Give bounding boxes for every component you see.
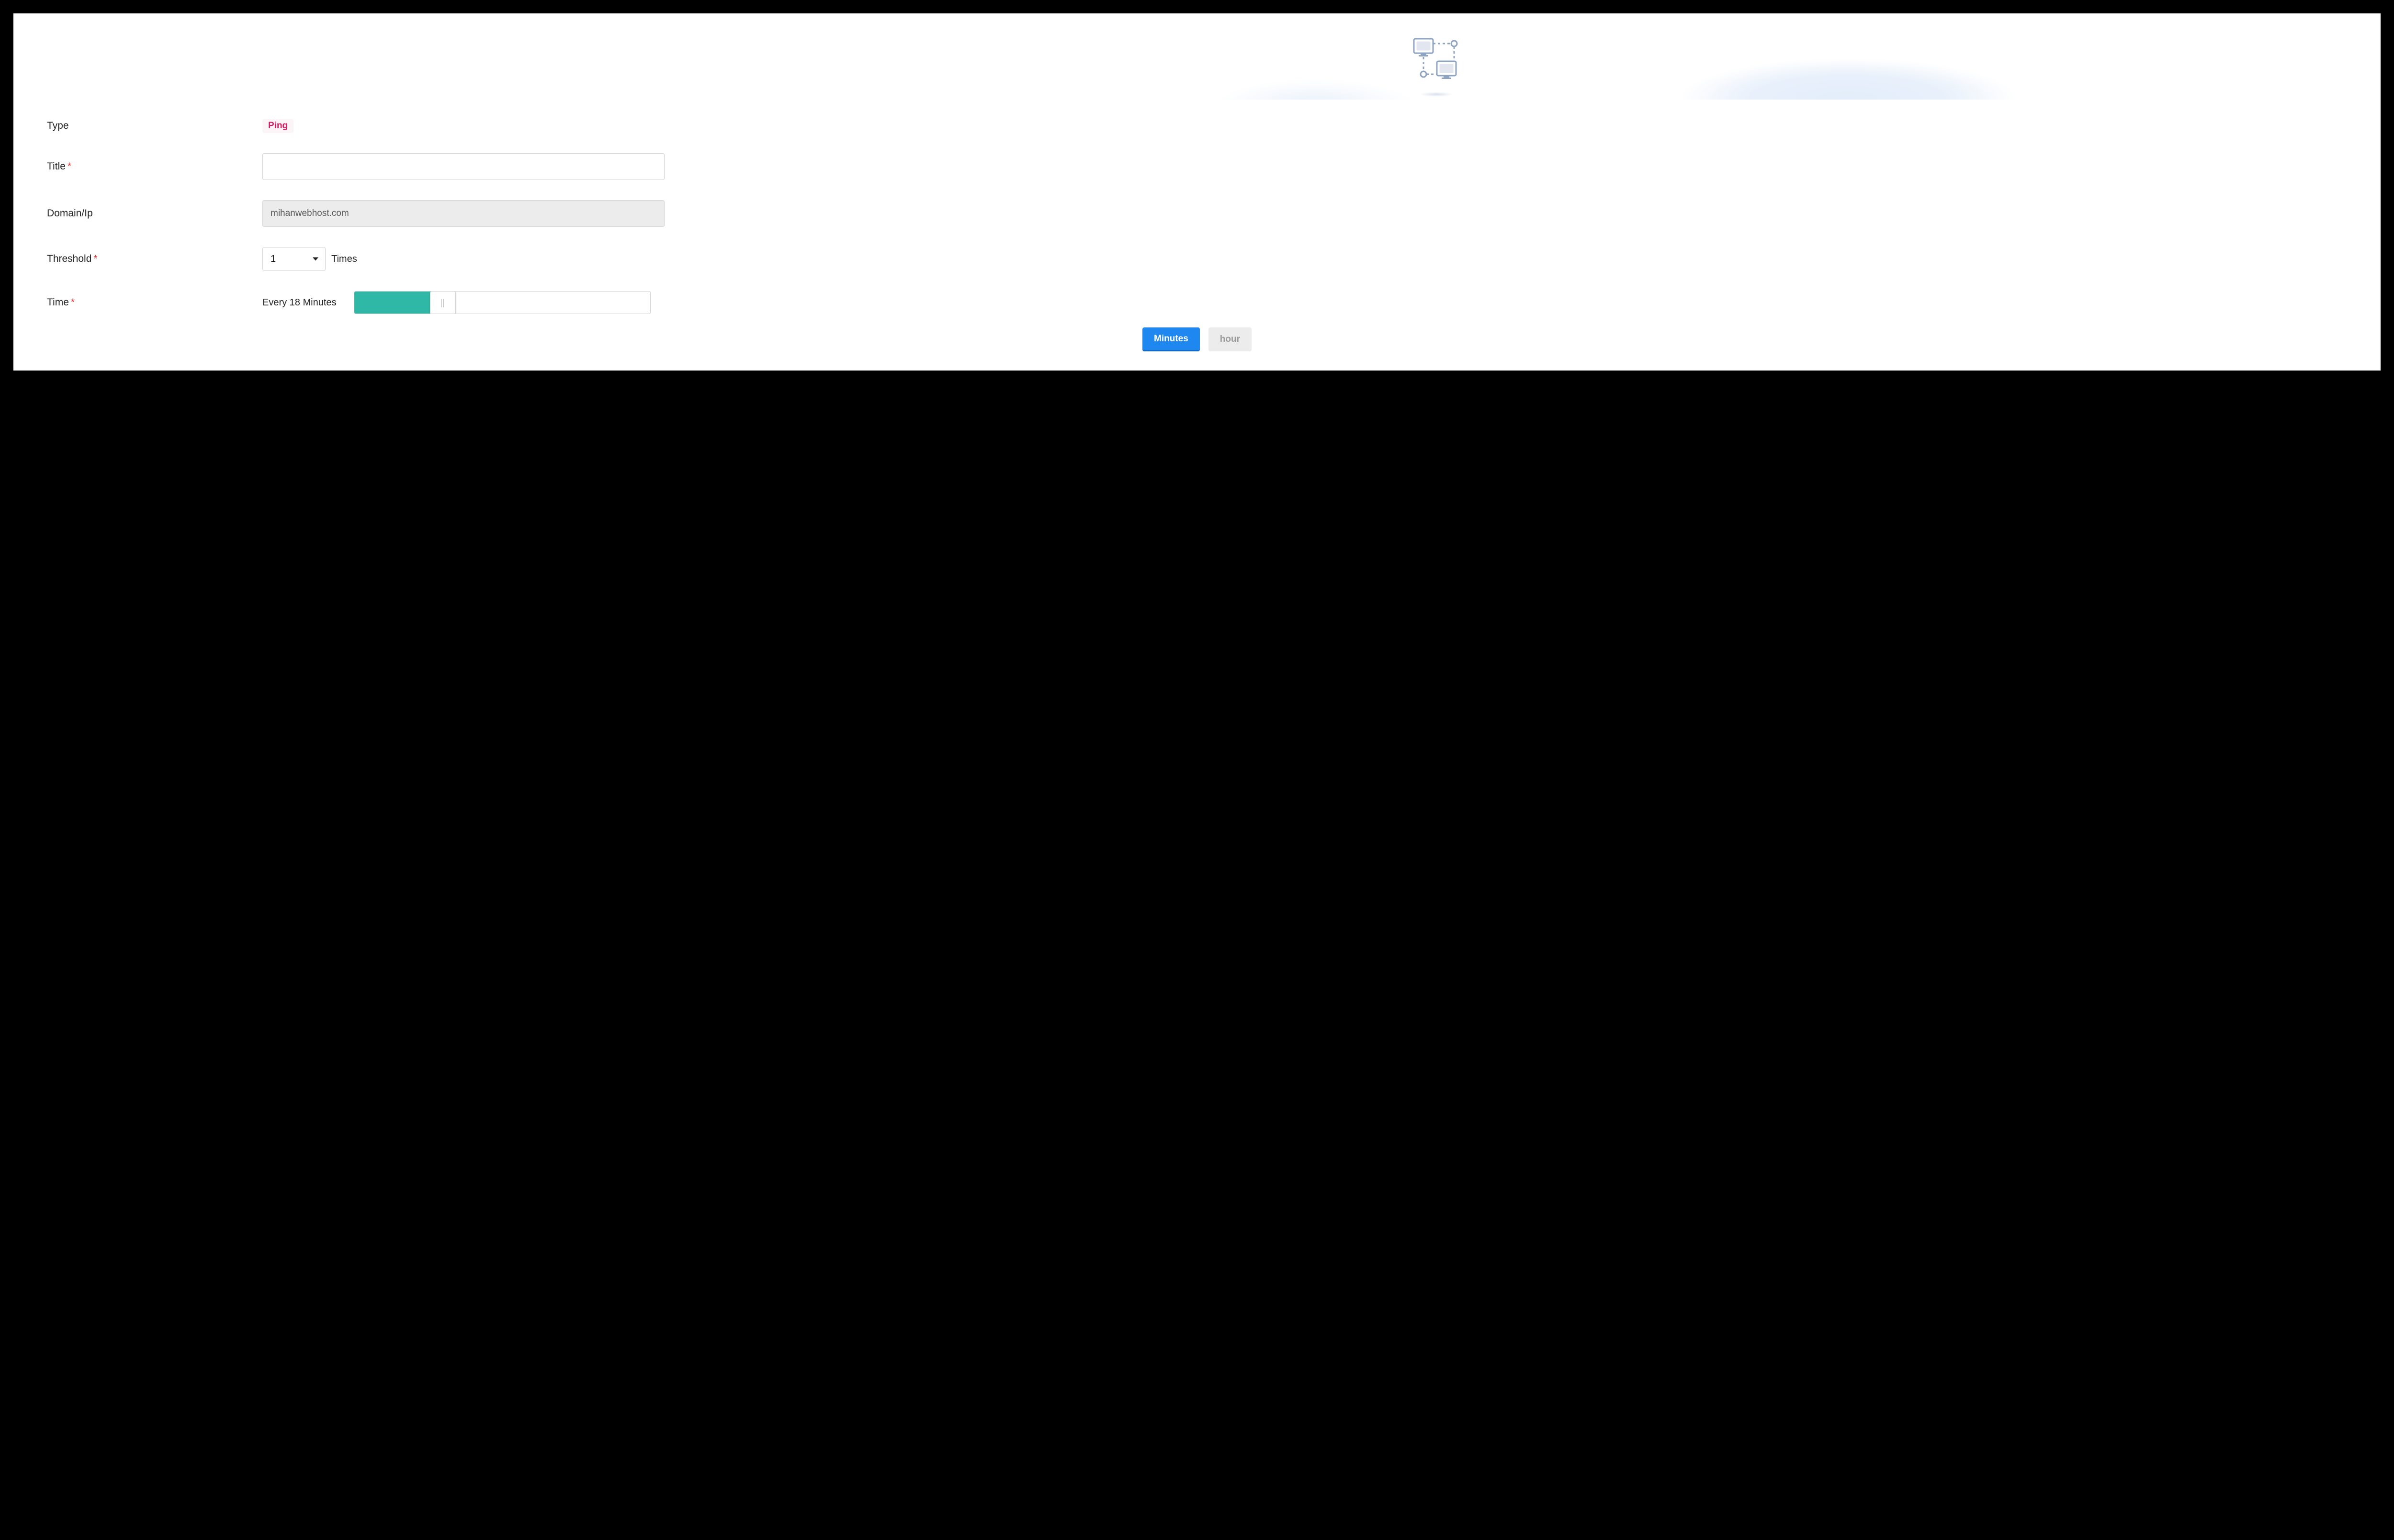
title-input[interactable] — [262, 153, 665, 180]
time-label-text: Time — [47, 297, 69, 308]
time-label: Time* — [47, 297, 262, 308]
time-display: Every 18 Minutes — [262, 297, 337, 308]
hour-button[interactable]: hour — [1208, 327, 1252, 351]
threshold-label: Threshold* — [47, 253, 262, 265]
required-asterisk: * — [68, 161, 71, 172]
threshold-label-text: Threshold — [47, 253, 91, 264]
row-domain: Domain/Ip — [47, 200, 2347, 227]
domain-input — [262, 200, 665, 227]
icon-shadow — [1410, 90, 1463, 99]
threshold-value: 1 — [271, 254, 276, 265]
type-label: Type — [47, 120, 262, 132]
type-badge: Ping — [262, 119, 294, 133]
time-unit-toggle: Minutes hour — [47, 327, 2347, 351]
minutes-button[interactable]: Minutes — [1142, 327, 1200, 351]
required-asterisk: * — [93, 253, 97, 264]
threshold-select[interactable]: 1 — [262, 247, 326, 271]
title-label: Title* — [47, 161, 262, 172]
header-decoration — [13, 13, 2381, 100]
form-area: Type Ping Title* Domain/Ip Threshold* — [13, 100, 2381, 371]
row-title: Title* — [47, 153, 2347, 180]
row-type: Type Ping — [47, 119, 2347, 133]
domain-label: Domain/Ip — [47, 208, 262, 219]
time-slider[interactable] — [354, 291, 651, 314]
form-panel: Type Ping Title* Domain/Ip Threshold* — [13, 13, 2381, 371]
network-icon — [1410, 35, 1463, 88]
row-time: Time* Every 18 Minutes — [47, 291, 2347, 314]
chevron-down-icon — [313, 258, 318, 261]
slider-handle[interactable] — [430, 291, 456, 314]
title-label-text: Title — [47, 161, 66, 172]
threshold-unit: Times — [331, 254, 357, 265]
cloud-background — [605, 37, 2381, 100]
row-threshold: Threshold* 1 Times — [47, 247, 2347, 271]
required-asterisk: * — [71, 297, 75, 308]
